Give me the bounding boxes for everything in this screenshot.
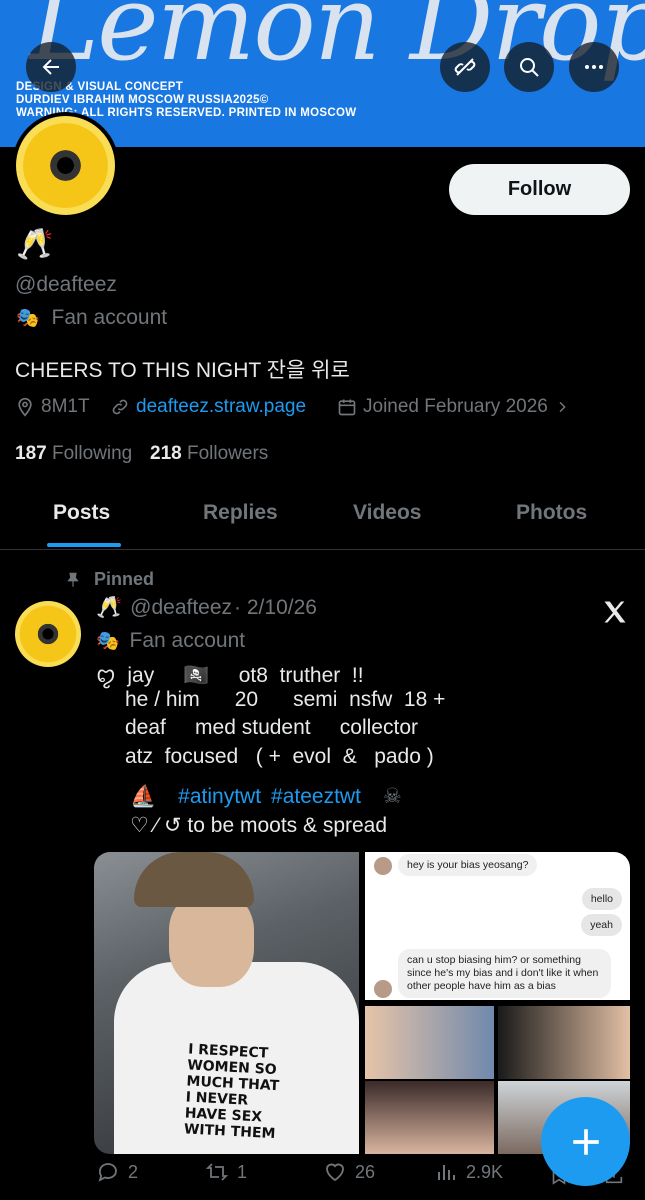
post-text-line: ꨄ jay 🏴‍☠️ ot8 truther !! xyxy=(96,664,364,687)
tab-replies[interactable]: Replies xyxy=(203,501,278,525)
tab-posts[interactable]: Posts xyxy=(53,501,110,525)
back-button[interactable] xyxy=(26,42,76,92)
post-handle[interactable]: @deafteez xyxy=(130,596,232,620)
post-name-emoji[interactable]: 🥂 xyxy=(96,596,122,620)
plus-icon xyxy=(572,1128,599,1155)
location-text: 8M1T xyxy=(41,396,90,417)
pin-icon xyxy=(67,572,79,587)
post-closing-line: ♡ ⁄ ↺ to be moots & spread xyxy=(130,814,388,837)
reply-count: 2 xyxy=(128,1161,139,1182)
profile-joined[interactable]: Joined February 2026 xyxy=(337,396,570,418)
link-icon xyxy=(112,399,128,415)
chat-message: hello xyxy=(581,888,622,910)
like-count: 26 xyxy=(355,1161,376,1182)
following-number: 187 xyxy=(15,443,47,464)
post-hashtags: ⛵ #atinytwt #ateeztwt ☠ xyxy=(130,784,402,809)
post-header: 🥂 @deafteez · 2/10/26 xyxy=(96,596,317,620)
theater-mask-icon: 🎭 xyxy=(96,631,120,652)
post-text-line: atz focused ( + evol & pado ) xyxy=(125,745,434,768)
chat-message: can u stop biasing him? or something sin… xyxy=(398,949,611,998)
more-icon xyxy=(585,65,603,69)
category-label: 🎭 Fan account xyxy=(16,306,167,330)
tab-photos[interactable]: Photos xyxy=(516,501,587,525)
calendar-icon xyxy=(338,399,356,416)
display-name-emoji: 🥂 xyxy=(16,228,54,261)
chat-avatar xyxy=(374,857,392,875)
post-media[interactable]: I RESPECT WOMEN SO MUCH THAT I NEVER HAV… xyxy=(94,852,630,1154)
followers-label: Followers xyxy=(186,443,269,464)
search-button[interactable] xyxy=(504,42,554,92)
more-button[interactable] xyxy=(569,42,619,92)
shirt-slogan: I RESPECT WOMEN SO MUCH THAT I NEVER HAV… xyxy=(183,1041,280,1143)
compose-button[interactable] xyxy=(541,1097,630,1186)
profile-avatar[interactable] xyxy=(12,112,119,219)
chat-avatar xyxy=(374,980,392,998)
profile-location: 8M1T xyxy=(15,396,90,418)
search-icon xyxy=(520,58,539,77)
repost-action[interactable]: 1 xyxy=(205,1160,247,1184)
broken-link-icon xyxy=(454,58,476,76)
link-text[interactable]: deafteez.straw.page xyxy=(136,396,306,418)
repost-count: 1 xyxy=(237,1161,248,1182)
profile-handle: @deafteez xyxy=(15,273,117,296)
pinned-text: Pinned xyxy=(94,569,155,589)
ship-glyph: ⛵ xyxy=(130,784,157,808)
post-avatar[interactable] xyxy=(15,601,81,667)
like-action[interactable]: 26 xyxy=(323,1160,375,1184)
chat-message: hey is your bias yeosang? xyxy=(398,854,538,876)
media-photo-shirt[interactable]: I RESPECT WOMEN SO MUCH THAT I NEVER HAV… xyxy=(94,852,359,1154)
profile-link[interactable]: deafteez.straw.page xyxy=(110,396,306,418)
post-date[interactable]: · 2/10/26 xyxy=(234,596,317,620)
active-tab-indicator xyxy=(47,543,121,547)
x-logo-icon[interactable] xyxy=(601,598,629,626)
followers-number: 218 xyxy=(150,443,182,464)
repost-icon xyxy=(205,1163,229,1181)
hashtag-ateeztwt[interactable]: #ateeztwt xyxy=(271,785,361,809)
banner-line: DURDIEV IBRAHIM MOSCOW RUSSIA2025© xyxy=(16,94,269,106)
joined-text: Joined February 2026 xyxy=(363,396,548,417)
follow-button[interactable]: Follow xyxy=(449,164,630,215)
cap-shape xyxy=(134,852,254,907)
reply-action[interactable]: 2 xyxy=(96,1160,138,1184)
followers-count[interactable]: 218 Followers xyxy=(150,443,268,465)
skull-glyph: ☠ xyxy=(382,785,402,808)
location-icon xyxy=(18,397,32,417)
post-category: 🎭 Fan account xyxy=(96,629,245,653)
chat-message: yeah xyxy=(581,914,622,936)
like-icon xyxy=(326,1163,344,1182)
unlinked-button[interactable] xyxy=(440,42,490,92)
post-category-text: Fan account xyxy=(129,629,246,652)
following-label: Following xyxy=(51,443,133,464)
category-text: Fan account xyxy=(51,306,168,329)
views-count: 2.9K xyxy=(466,1161,504,1182)
tab-videos[interactable]: Videos xyxy=(353,501,421,525)
media-tile[interactable] xyxy=(498,1006,630,1079)
reply-icon xyxy=(98,1163,117,1182)
theater-mask-icon: 🎭 xyxy=(16,308,40,329)
media-tile[interactable] xyxy=(365,1006,494,1079)
profile-bio: CHEERS TO THIS NIGHT 잔을 위로 xyxy=(15,359,350,382)
pinned-label: Pinned xyxy=(64,569,154,590)
views-icon xyxy=(438,1165,455,1180)
post-text-line: he / him 20 semi nsfw 18 + xyxy=(125,688,446,711)
media-tile[interactable] xyxy=(365,1081,494,1154)
post-text-line: deaf med student collector xyxy=(125,716,418,739)
media-chat-screenshot[interactable]: hey is your bias yeosang? hello yeah can… xyxy=(365,852,630,1000)
views-action[interactable]: 2.9K xyxy=(434,1160,503,1184)
chevron-right-icon xyxy=(559,401,566,413)
profile-tabs: Posts Replies Videos Photos xyxy=(0,485,645,550)
hashtag-atinytwt[interactable]: #atinytwt xyxy=(178,785,261,809)
following-count[interactable]: 187 Following xyxy=(15,443,132,465)
back-arrow-icon xyxy=(42,59,59,75)
